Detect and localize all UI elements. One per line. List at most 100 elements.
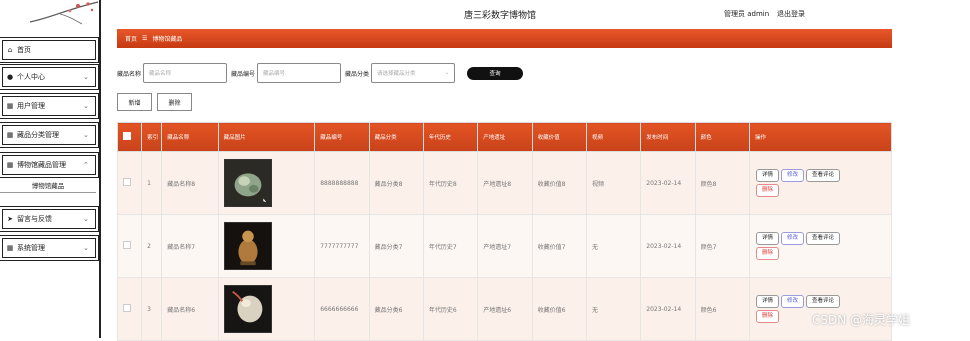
col-header: 藏品分类 — [368, 122, 424, 152]
grid-icon: ▦ — [6, 102, 14, 110]
edit-button[interactable]: 修改 — [781, 295, 805, 308]
search-bar: 藏品名称 藏品名称 藏品编号 藏品编号 藏品分类 请选择藏品分类 ⌄ 查询 — [117, 63, 524, 83]
col-header: 年代历史 — [422, 122, 479, 152]
chevron-down-icon: ⌄ — [83, 244, 89, 252]
sidebar-subitem-collection[interactable]: 博物馆藏品 — [0, 177, 96, 193]
detail-button[interactable]: 详情 — [755, 295, 779, 308]
sidebar-item-label: 个人中心 — [17, 73, 45, 81]
row-delete-button[interactable]: 删除 — [755, 247, 779, 260]
user-icon: ● — [6, 73, 14, 81]
view-comments-button[interactable]: 查看评论 — [806, 295, 841, 308]
chevron-down-icon: ⌄ — [444, 70, 450, 76]
query-button[interactable]: 查询 — [467, 66, 524, 80]
view-comments-button[interactable]: 查看评论 — [806, 232, 841, 245]
row-category: 藏品分类6 — [368, 277, 424, 341]
artifact-image — [223, 285, 272, 333]
row-actions: 详情 修改 查看评论删除 — [748, 151, 893, 215]
breadcrumb-home[interactable]: 首页 — [125, 34, 137, 43]
row-checkbox[interactable] — [123, 241, 131, 249]
chevron-down-icon: ⌄ — [83, 215, 89, 223]
watermark: CSDN @海灵学姐 — [812, 313, 911, 327]
row-color: 颜色7 — [694, 214, 750, 278]
sidebar-item-label: 用户管理 — [17, 102, 45, 110]
logout-link[interactable]: 退出登录 — [777, 9, 805, 19]
sidebar-item-label: 留言与反馈 — [17, 215, 52, 223]
add-button[interactable]: 新增 — [117, 93, 152, 111]
row-video: 无 — [585, 277, 642, 341]
sidebar-item-label: 系统管理 — [17, 244, 45, 252]
top-header: 唐三彩数字博物馆 管理员 admin 退出登录 — [117, 0, 892, 28]
table-header-row: 索引 藏品名称 藏品图片 藏品编号 藏品分类 年代历史 产地遗址 收藏价值 视频… — [116, 122, 893, 152]
edit-button[interactable]: 修改 — [781, 169, 805, 182]
sidebar-item-home[interactable]: ⌂ 首页 — [0, 37, 99, 63]
col-header: 藏品编号 — [314, 122, 370, 152]
sidebar-item-personal[interactable]: ● 个人中心 ⌄ — [0, 64, 99, 90]
chevron-up-icon: ⌃ — [83, 161, 89, 169]
admin-label: 管理员 admin — [724, 10, 770, 18]
row-delete-button[interactable]: 删除 — [755, 310, 779, 323]
row-value: 收藏价值7 — [531, 214, 587, 278]
row-era: 年代历史7 — [422, 214, 479, 278]
row-checkbox[interactable] — [123, 304, 131, 312]
page-title: 唐三彩数字博物馆 — [464, 11, 537, 21]
chevron-down-icon: ⌄ — [83, 131, 89, 139]
home-icon: ⌂ — [7, 46, 13, 54]
row-code: 6666666666 — [314, 277, 370, 341]
sidebar-item-feedback[interactable]: ➤ 留言与反馈 ⌄ — [0, 206, 99, 232]
col-header: 操作 — [748, 122, 893, 152]
col-header: 藏品名称 — [161, 122, 219, 152]
row-era: 年代历史8 — [422, 151, 479, 215]
row-origin: 产地遗址6 — [477, 277, 533, 341]
row-video: 无 — [585, 214, 642, 278]
name-search-input[interactable]: 藏品名称 — [143, 63, 228, 83]
sidebar-item-collection[interactable]: ▦ 博物馆藏品管理 ⌃ — [0, 152, 99, 178]
detail-button[interactable]: 详情 — [755, 232, 779, 245]
select-all-checkbox[interactable] — [123, 132, 131, 140]
col-header: 颜色 — [694, 122, 750, 152]
row-date: 2023-02-14 — [640, 277, 696, 341]
artifact-image — [223, 159, 272, 207]
collection-table: 索引 藏品名称 藏品图片 藏品编号 藏品分类 年代历史 产地遗址 收藏价值 视频… — [116, 122, 893, 341]
sidebar-item-system[interactable]: ▦ 系统管理 ⌄ — [0, 235, 99, 261]
sidebar-item-users[interactable]: ▦ 用户管理 ⌄ — [0, 93, 99, 119]
row-actions: 详情 修改 查看评论删除 — [748, 277, 893, 341]
sidebar-item-label: 首页 — [17, 46, 31, 54]
row-checkbox[interactable] — [123, 178, 131, 186]
col-header: 视频 — [585, 122, 642, 152]
category-select[interactable]: 请选择藏品分类 ⌄ — [371, 63, 456, 83]
col-header: 藏品图片 — [217, 122, 316, 152]
row-name: 藏品名称6 — [161, 277, 219, 341]
view-comments-button[interactable]: 查看评论 — [806, 169, 841, 182]
edit-button[interactable]: 修改 — [781, 232, 805, 245]
name-label: 藏品名称 — [117, 70, 142, 78]
row-color: 颜色6 — [694, 277, 750, 341]
row-value: 收藏价值6 — [531, 277, 587, 341]
row-name: 藏品名称7 — [161, 214, 219, 278]
row-origin: 产地遗址8 — [477, 151, 533, 215]
row-video-link[interactable]: 视频 — [585, 151, 642, 215]
row-delete-button[interactable]: 删除 — [755, 184, 779, 197]
code-search-input[interactable]: 藏品编号 — [257, 63, 342, 83]
blossom-decoration — [30, 1, 99, 25]
breadcrumb-separator: ☰ — [142, 35, 148, 42]
row-color: 颜色8 — [694, 151, 750, 215]
artifact-image — [223, 222, 272, 270]
sidebar-item-label: 藏品分类管理 — [17, 131, 59, 139]
table-row: 3 藏品名称6 6666666666 藏品分类6 年代历史6 产地遗址6 收藏价… — [116, 277, 893, 341]
sidebar-item-label: 博物馆藏品管理 — [17, 161, 66, 169]
col-header: 发布时间 — [640, 122, 696, 152]
category-placeholder: 请选择藏品分类 — [377, 71, 416, 77]
col-header: 产地遗址 — [477, 122, 533, 152]
sidebar-item-categories[interactable]: ▦ 藏品分类管理 ⌄ — [0, 122, 99, 148]
sidebar: ⌂ 首页 ● 个人中心 ⌄ ▦ 用户管理 ⌄ ▦ 藏品分类管理 ⌄ ▦ 博物馆藏… — [0, 0, 101, 338]
category-label: 藏品分类 — [345, 70, 370, 78]
row-code: 8888888888 — [314, 151, 370, 215]
col-header: 收藏价值 — [531, 122, 587, 152]
row-code: 7777777777 — [314, 214, 370, 278]
code-label: 藏品编号 — [231, 70, 256, 78]
breadcrumb: 首页 ☰ 博物馆藏品 — [117, 29, 892, 48]
delete-button[interactable]: 删除 — [157, 93, 192, 111]
row-index: 2 — [141, 214, 163, 278]
row-category: 藏品分类7 — [368, 214, 424, 278]
detail-button[interactable]: 详情 — [755, 169, 779, 182]
